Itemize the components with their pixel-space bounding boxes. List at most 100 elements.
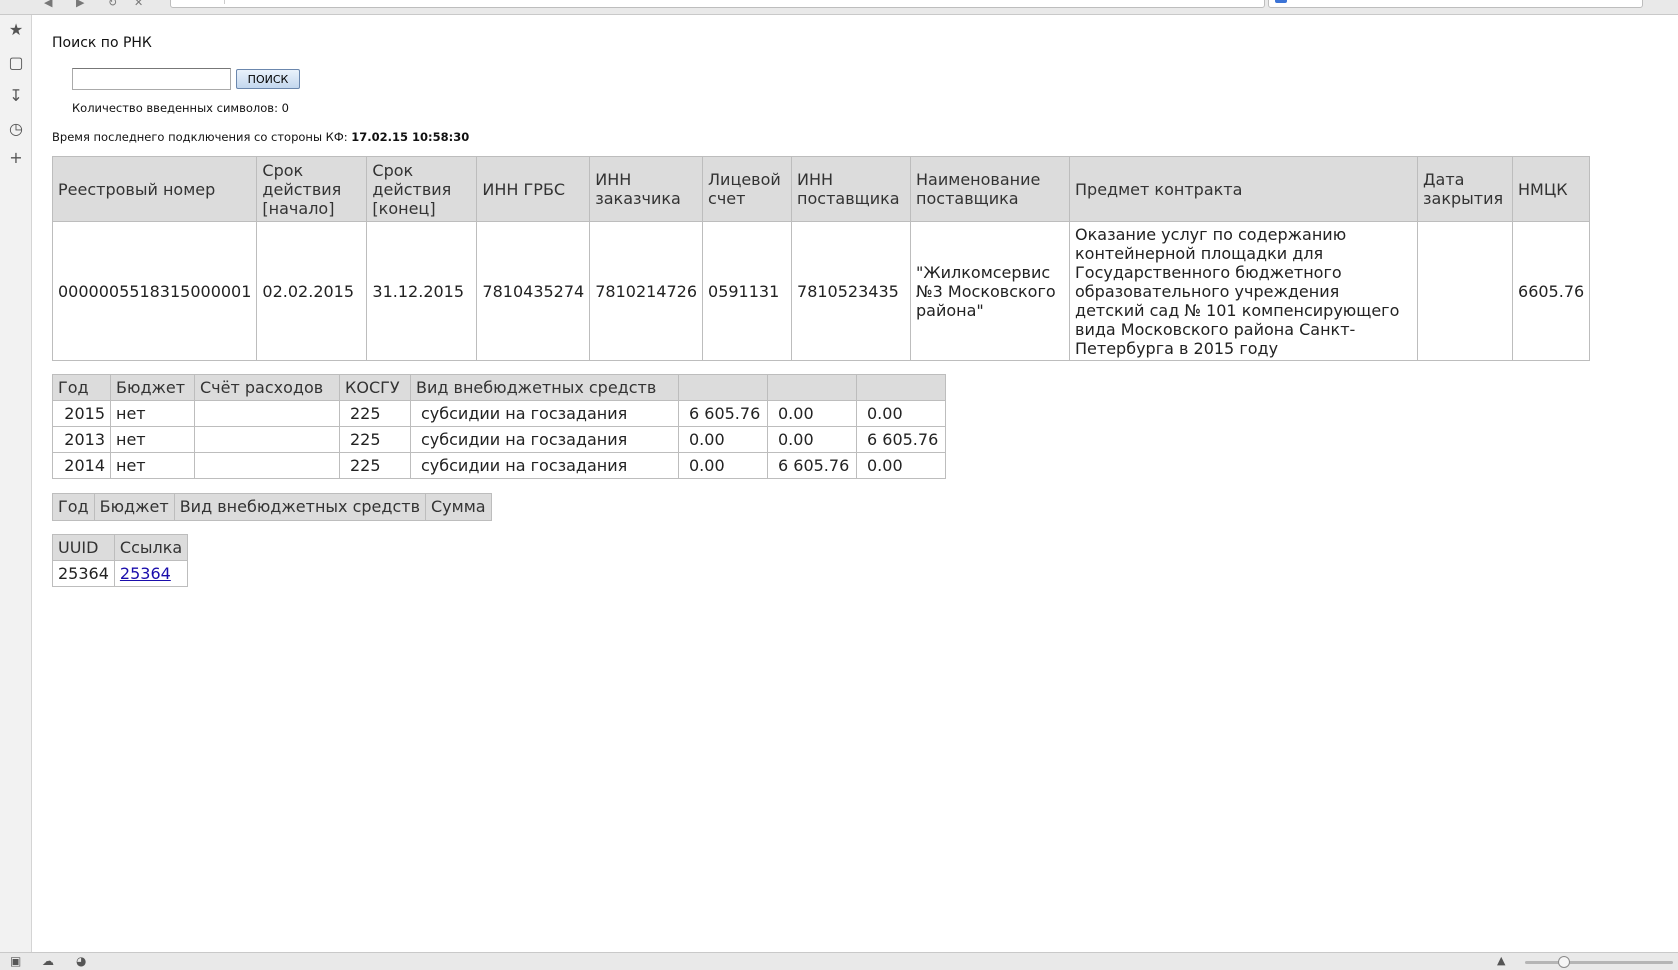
header-uuid: UUID bbox=[52, 534, 115, 561]
cell-amount-3: 6 605.76 bbox=[856, 426, 946, 453]
add-panel-icon[interactable]: + bbox=[6, 148, 26, 168]
cell-year: 2015 bbox=[52, 400, 111, 427]
cell-expense-account bbox=[194, 400, 340, 427]
cell-budget: нет bbox=[110, 452, 195, 479]
cell-expense-account bbox=[194, 452, 340, 479]
header-amount-3 bbox=[856, 374, 946, 401]
uuid-table: UUID Ссылка 25364 25364 bbox=[52, 534, 189, 587]
table-row: 2014 нет 225 субсидии на госзадания 0.00… bbox=[52, 452, 946, 479]
cell-amount-1: 6 605.76 bbox=[678, 400, 768, 427]
cell-inn-supplier: 7810523435 bbox=[791, 221, 912, 361]
zoom-slider-handle[interactable] bbox=[1558, 956, 1570, 968]
header-close-date: Дата закрытия bbox=[1417, 156, 1514, 222]
stop-icon[interactable]: ✕ bbox=[134, 0, 143, 9]
cell-end-date: 31.12.2015 bbox=[366, 221, 478, 361]
uuid-header-row: UUID Ссылка bbox=[52, 534, 189, 561]
back-icon[interactable]: ◀ bbox=[44, 0, 52, 9]
header-offbudget-type: Вид внебюджетных средств bbox=[173, 493, 427, 521]
last-connection-time: 17.02.15 10:58:30 bbox=[351, 130, 470, 144]
forward-icon[interactable]: ▶ bbox=[76, 0, 84, 9]
site-info-icon[interactable] bbox=[175, 0, 225, 4]
header-budget: Бюджет bbox=[110, 374, 195, 401]
header-account: Лицевой счет bbox=[702, 156, 793, 222]
offbudget-table: Год Бюджет Вид внебюджетных средств Сумм… bbox=[52, 493, 492, 521]
browser-sidebar: ★ ▢ ↧ ◷ + bbox=[0, 15, 32, 952]
finance-table: Год Бюджет Счёт расходов КОСГУ Вид внебю… bbox=[52, 374, 946, 479]
header-amount-1 bbox=[678, 374, 768, 401]
bookmarks-star-icon[interactable]: ★ bbox=[6, 20, 26, 40]
browser-search-box[interactable] bbox=[1268, 0, 1643, 8]
cell-amount-3: 0.00 bbox=[856, 452, 946, 479]
browser-toolbar: ◀ ▶ ↻ ✕ ★ bbox=[0, 0, 1678, 15]
speed-dial-icon[interactable]: ◕ bbox=[76, 954, 86, 968]
cell-amount-1: 0.00 bbox=[678, 426, 768, 453]
finance-header-row: Год Бюджет Счёт расходов КОСГУ Вид внебю… bbox=[52, 374, 946, 401]
header-sum: Сумма bbox=[425, 493, 492, 521]
header-offbudget-type: Вид внебюджетных средств bbox=[410, 374, 679, 401]
header-start-date: Срок действия [начало] bbox=[256, 156, 368, 222]
cell-kosgu: 225 bbox=[339, 400, 411, 427]
cell-account: 0591131 bbox=[702, 221, 793, 361]
cell-registry-number: 0000005518315000001 bbox=[51, 221, 258, 361]
header-contract-subject: Предмет контракта bbox=[1069, 156, 1419, 222]
cell-year: 2014 bbox=[52, 452, 111, 479]
zoom-slider[interactable] bbox=[1525, 961, 1673, 964]
page-title: Поиск по РНК bbox=[52, 35, 152, 51]
history-clock-icon[interactable]: ◷ bbox=[6, 119, 26, 139]
cell-amount-2: 0.00 bbox=[767, 400, 857, 427]
cell-offbudget-type: субсидии на госзадания bbox=[410, 400, 679, 427]
cell-amount-2: 0.00 bbox=[767, 426, 857, 453]
search-button[interactable]: ПОИСК bbox=[236, 69, 300, 89]
last-connection-label: Время последнего подключения со стороны … bbox=[52, 130, 348, 144]
char-count-label: Количество введенных символов: 0 bbox=[72, 101, 289, 115]
address-bar[interactable]: ★ bbox=[170, 0, 1265, 8]
contract-table: Реестровый номер Срок действия [начало] … bbox=[51, 156, 1591, 361]
last-connection-info: Время последнего подключения со стороны … bbox=[52, 130, 469, 144]
table-row: 0000005518315000001 02.02.2015 31.12.201… bbox=[51, 221, 1591, 361]
cell-supplier-name: "Жилкомсервис №3 Московского района" bbox=[910, 221, 1071, 361]
scroll-up-icon[interactable]: ▲ bbox=[1497, 954, 1505, 967]
cloud-icon[interactable]: ☁ bbox=[42, 954, 54, 968]
header-link: Ссылка bbox=[113, 534, 189, 561]
header-inn-supplier: ИНН поставщика bbox=[791, 156, 912, 222]
cell-inn-customer: 7810214726 bbox=[589, 221, 704, 361]
cell-amount-3: 0.00 bbox=[856, 400, 946, 427]
cell-expense-account bbox=[194, 426, 340, 453]
search-engine-icon[interactable] bbox=[1275, 0, 1287, 3]
status-bar: ▣ ☁ ◕ ▲ bbox=[0, 952, 1678, 970]
table-row: 2013 нет 225 субсидии на госзадания 0.00… bbox=[52, 426, 946, 453]
cell-nmck: 6605.76 bbox=[1512, 221, 1591, 361]
reload-icon[interactable]: ↻ bbox=[108, 0, 117, 9]
offbudget-header-row: Год Бюджет Вид внебюджетных средств Сумм… bbox=[52, 493, 492, 521]
cell-amount-1: 0.00 bbox=[678, 452, 768, 479]
cell-uuid: 25364 bbox=[52, 560, 115, 587]
panel-toggle-icon[interactable]: ▣ bbox=[10, 954, 21, 968]
header-inn-customer: ИНН заказчика bbox=[589, 156, 704, 222]
downloads-icon[interactable]: ↧ bbox=[6, 86, 26, 106]
contract-header-row: Реестровый номер Срок действия [начало] … bbox=[51, 156, 1591, 222]
cell-link: 25364 bbox=[113, 560, 189, 587]
cell-amount-2: 6 605.76 bbox=[767, 452, 857, 479]
cell-offbudget-type: субсидии на госзадания bbox=[410, 452, 679, 479]
cell-year: 2013 bbox=[52, 426, 111, 453]
header-supplier-name: Наименование поставщика bbox=[910, 156, 1071, 222]
header-end-date: Срок действия [конец] bbox=[366, 156, 478, 222]
header-expense-account: Счёт расходов bbox=[194, 374, 340, 401]
header-budget: Бюджет bbox=[93, 493, 175, 521]
cell-contract-subject: Оказание услуг по содержанию контейнерно… bbox=[1069, 221, 1419, 361]
search-input[interactable] bbox=[72, 68, 231, 90]
cell-kosgu: 225 bbox=[339, 426, 411, 453]
header-year: Год bbox=[52, 374, 111, 401]
header-inn-grbs: ИНН ГРБС bbox=[476, 156, 591, 222]
table-row: 2015 нет 225 субсидии на госзадания 6 60… bbox=[52, 400, 946, 427]
header-kosgu: КОСГУ bbox=[339, 374, 411, 401]
cell-inn-grbs: 7810435274 bbox=[476, 221, 591, 361]
cell-offbudget-type: субсидии на госзадания bbox=[410, 426, 679, 453]
cell-budget: нет bbox=[110, 426, 195, 453]
cell-budget: нет bbox=[110, 400, 195, 427]
header-amount-2 bbox=[767, 374, 857, 401]
notes-icon[interactable]: ▢ bbox=[6, 53, 26, 73]
uuid-link[interactable]: 25364 bbox=[120, 564, 171, 583]
table-row: 25364 25364 bbox=[52, 560, 189, 587]
header-registry-number: Реестровый номер bbox=[51, 156, 258, 222]
